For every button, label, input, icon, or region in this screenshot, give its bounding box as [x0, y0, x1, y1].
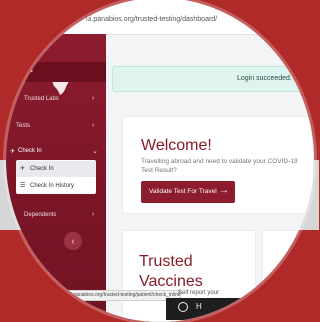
- taskbar: H: [166, 298, 286, 320]
- welcome-description: Travelling abroad and need to validate y…: [141, 158, 298, 174]
- self-report-text: Self report your: [178, 290, 220, 296]
- submenu-item-label: Check In: [30, 166, 54, 172]
- login-toast: Login succeeded. W: [112, 66, 314, 92]
- taskbar-h: H: [196, 302, 202, 311]
- sidebar-item-dependents[interactable]: Dependents ›: [6, 206, 106, 226]
- check-in-submenu: ✈ Check In ☰ Check In History: [16, 160, 96, 194]
- plane-icon: ✈: [20, 166, 26, 172]
- chevron-right-icon: ›: [92, 95, 95, 102]
- sidebar-item-tests[interactable]: Tests ›: [6, 117, 106, 137]
- list-icon: ☰: [20, 183, 26, 189]
- sidebar-item-dashboard[interactable]: board: [6, 62, 106, 82]
- sidebar-item-label: Check In: [18, 148, 42, 154]
- circular-viewport: ui.panabios.org/trusted-testing/dashboar…: [6, 0, 314, 322]
- sidebar-collapse-button[interactable]: ‹: [64, 232, 82, 250]
- validate-button-label: Validate Test For Travel: [149, 188, 217, 195]
- address-url[interactable]: ui.panabios.org/trusted-testing/dashboar…: [86, 16, 217, 23]
- trusted-vaccines-title-line1: Trusted: [139, 253, 193, 270]
- sidebar-item-label: Dependents: [24, 212, 57, 218]
- submenu-item-label: Check In History: [30, 183, 75, 189]
- chevron-down-icon: ⌄: [92, 148, 98, 155]
- chevron-left-icon: ‹: [71, 236, 75, 246]
- browser-address-bar[interactable]: ui.panabios.org/trusted-testing/dashboar…: [6, 0, 314, 35]
- submenu-item-check-in-history[interactable]: ☰ Check In History: [16, 178, 96, 194]
- chevron-right-icon: ›: [92, 211, 95, 218]
- sidebar-item-label: Tests: [16, 123, 31, 129]
- chevron-right-icon: ›: [92, 122, 95, 129]
- sidebar-item-label: board: [16, 68, 33, 74]
- search-circle-icon[interactable]: [178, 302, 188, 312]
- toast-message: Login succeeded. W: [237, 75, 301, 82]
- sidebar-item-label: Trusted Labs: [24, 96, 59, 102]
- submenu-item-check-in[interactable]: ✈ Check In: [16, 161, 96, 177]
- validate-test-button[interactable]: Validate Test For Travel →: [141, 181, 235, 203]
- sidebar-item-trusted-labs[interactable]: Trusted Labs ›: [6, 90, 106, 110]
- welcome-title: Welcome!: [141, 137, 212, 154]
- sidebar-item-check-in[interactable]: ✈ Check In ⌄: [6, 142, 106, 162]
- plane-icon: ✈: [10, 149, 16, 155]
- welcome-card: Welcome! Travelling abroad and need to v…: [122, 116, 314, 214]
- arrow-right-icon: →: [219, 185, 229, 196]
- link-status-bar: ui.panabios.org/trusted-testing/patient/…: [64, 290, 181, 301]
- trusted-vaccines-title-line2: Vaccines: [139, 273, 203, 290]
- sidebar: board Trusted Labs › Tests › ✈ Check In …: [6, 34, 106, 322]
